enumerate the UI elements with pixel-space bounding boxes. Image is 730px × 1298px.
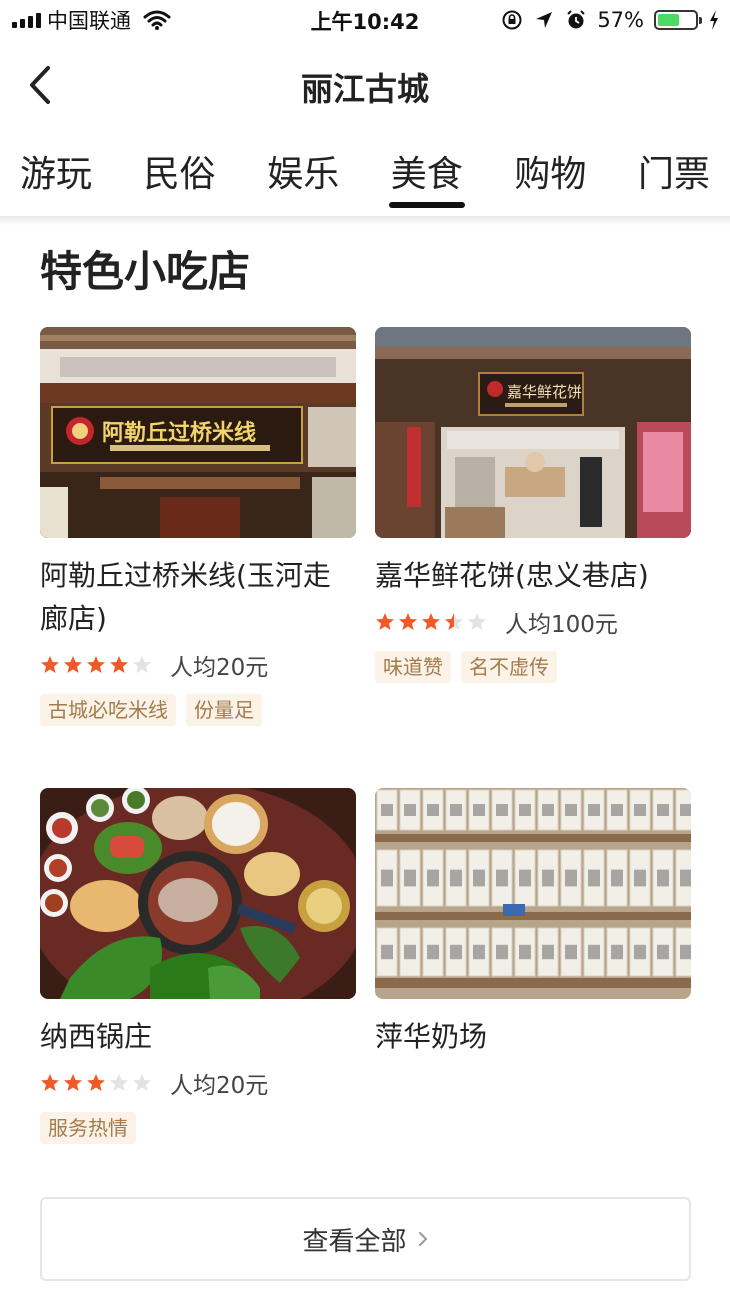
restaurant-card[interactable]: 萍华奶场 [375, 788, 691, 1058]
tag: 份量足 [186, 694, 262, 726]
location-icon [536, 12, 553, 28]
star-empty-icon [110, 1074, 128, 1091]
restaurant-card[interactable]: 嘉华鲜花饼 嘉华鲜花饼(忠义巷店) 人均100元 味道赞 名不虚传 [375, 327, 691, 683]
rating-row: 人均20元 [40, 1066, 356, 1100]
charging-icon [710, 10, 718, 30]
star-full-icon [41, 656, 59, 673]
star-full-icon [376, 613, 394, 630]
rotation-lock-icon [502, 10, 522, 30]
star-full-icon [87, 656, 105, 673]
store-sign-text: 嘉华鲜花饼 [507, 383, 582, 401]
tab-entertainment[interactable]: 娱乐 [265, 140, 341, 216]
chevron-right-icon [418, 1232, 427, 1246]
section-title: 特色小吃店 [40, 247, 251, 296]
status-bar: 中国联通 上午10:42 57% [0, 0, 730, 40]
tab-food[interactable]: 美食 [388, 140, 465, 216]
battery-level [658, 14, 679, 26]
restaurant-card[interactable]: 纳西锅庄 人均20元 服务热情 [40, 788, 356, 1144]
battery-percent: 57% [597, 8, 644, 32]
star-empty-icon [133, 656, 151, 673]
star-rating [40, 655, 152, 675]
star-full-icon [64, 1074, 82, 1091]
price-per-person: 人均20元 [170, 1073, 269, 1099]
tag: 味道赞 [375, 651, 451, 683]
tab-folk-custom[interactable]: 民俗 [142, 140, 218, 216]
restaurant-photo[interactable]: 阿勒丘过桥米线 [40, 327, 356, 538]
restaurant-photo[interactable]: 嘉华鲜花饼 [375, 327, 691, 538]
restaurant-card[interactable]: 阿勒丘过桥米线 阿勒丘过桥米线(玉河走廊店) 人均20元 古城必吃米线 份量足 [40, 327, 356, 726]
tabs-divider [0, 216, 730, 226]
tab-shopping[interactable]: 购物 [512, 140, 588, 216]
alarm-icon [567, 10, 586, 29]
tag: 名不虚传 [461, 651, 557, 683]
star-full-icon [422, 613, 440, 630]
product-row [376, 849, 691, 907]
restaurant-name[interactable]: 阿勒丘过桥米线(玉河走廊店) [40, 554, 356, 640]
restaurant-name[interactable]: 纳西锅庄 [40, 1015, 356, 1058]
store-sign-text: 阿勒丘过桥米线 [102, 420, 256, 446]
shelf-products-image [375, 788, 691, 999]
page-title: 丽江古城 [300, 70, 429, 108]
star-half-icon [445, 613, 463, 630]
star-rating [375, 612, 487, 632]
star-full-icon [87, 1074, 105, 1091]
tab-play[interactable]: 游玩 [18, 140, 94, 216]
product-row [376, 927, 691, 977]
view-all-button[interactable]: 查看全部 [40, 1197, 691, 1281]
nav-bar: 丽江古城 [0, 44, 730, 128]
restaurant-photo[interactable] [40, 788, 356, 999]
star-rating [40, 1073, 152, 1093]
category-tabs: 游玩 民俗 娱乐 美食 购物 门票 [0, 140, 730, 216]
price-per-person: 人均100元 [505, 612, 618, 638]
tag-list: 味道赞 名不虚传 [375, 651, 691, 683]
status-right: 57% [501, 6, 720, 34]
restaurant-name[interactable]: 嘉华鲜花饼(忠义巷店) [375, 554, 691, 597]
view-all-label: 查看全部 [302, 1226, 407, 1257]
tag: 服务热情 [40, 1112, 136, 1144]
product-row [376, 789, 691, 831]
tag-list: 古城必吃米线 份量足 [40, 694, 356, 726]
restaurant-name[interactable]: 萍华奶场 [375, 1015, 691, 1058]
tab-tickets[interactable]: 门票 [636, 140, 712, 216]
tag-list: 服务热情 [40, 1112, 356, 1144]
price-per-person: 人均20元 [170, 655, 269, 681]
rating-row: 人均20元 [40, 648, 356, 682]
star-empty-icon [468, 613, 486, 630]
food-table-image [40, 788, 356, 999]
storefront-image: 阿勒丘过桥米线 [40, 327, 356, 538]
battery-icon [654, 10, 702, 30]
star-full-icon [64, 656, 82, 673]
star-full-icon [399, 613, 417, 630]
tag: 古城必吃米线 [40, 694, 176, 726]
rating-row: 人均100元 [375, 605, 691, 639]
star-full-icon [41, 1074, 59, 1091]
storefront-image: 嘉华鲜花饼 [375, 327, 691, 538]
star-full-icon [110, 656, 128, 673]
star-empty-icon [133, 1074, 151, 1091]
restaurant-photo[interactable] [375, 788, 691, 999]
